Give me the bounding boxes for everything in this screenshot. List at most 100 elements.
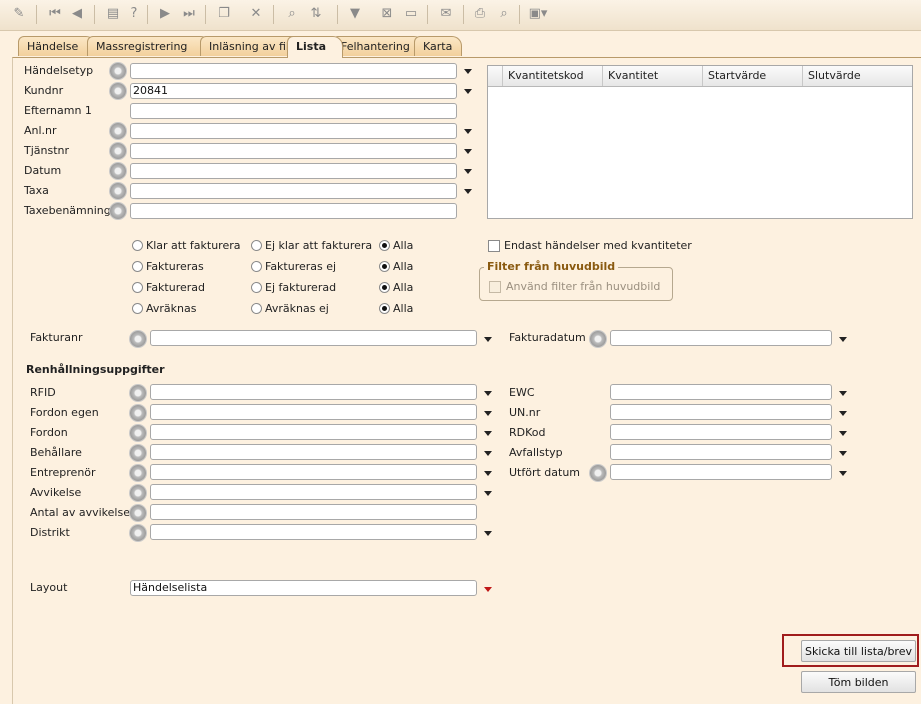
- gear-icon[interactable]: [130, 405, 146, 421]
- ewc-field[interactable]: [610, 384, 832, 400]
- entreprenor-field[interactable]: [150, 464, 477, 480]
- gear-icon[interactable]: [130, 465, 146, 481]
- gear-icon[interactable]: [110, 183, 126, 199]
- rfid-dropdown[interactable]: [480, 385, 496, 401]
- rdkod-dropdown[interactable]: [835, 425, 851, 441]
- taxebenamning-field[interactable]: [130, 203, 457, 219]
- send-to-list-button[interactable]: Skicka till lista/brev: [801, 640, 916, 662]
- tab-massregistrering[interactable]: Massregistrering: [87, 36, 211, 56]
- print-icon[interactable]: ⎙: [469, 4, 491, 24]
- fakturadatum-field[interactable]: [610, 330, 832, 346]
- anvand-filter-checkbox[interactable]: [489, 281, 501, 293]
- rfid-field[interactable]: [150, 384, 477, 400]
- next-record-icon[interactable]: ▶: [154, 4, 176, 24]
- previous-record-icon[interactable]: ◀: [66, 4, 88, 24]
- help-icon[interactable]: ?: [123, 4, 145, 24]
- entreprenor-dropdown[interactable]: [480, 465, 496, 481]
- un-nr-dropdown[interactable]: [835, 405, 851, 421]
- radio-alla-avraknas[interactable]: [379, 303, 390, 314]
- anlnr-field[interactable]: [130, 123, 457, 139]
- print-preview-icon[interactable]: ⌕: [493, 4, 515, 24]
- utfort-datum-field[interactable]: [610, 464, 832, 480]
- clear-filter-icon[interactable]: ⊠: [376, 4, 398, 24]
- radio-alla-faktureras[interactable]: [379, 261, 390, 272]
- radio-fakturerad[interactable]: [132, 282, 143, 293]
- gear-icon[interactable]: [130, 505, 146, 521]
- fordon-egen-field[interactable]: [150, 404, 477, 420]
- radio-alla-fakturerad[interactable]: [379, 282, 390, 293]
- gear-icon[interactable]: [130, 385, 146, 401]
- wizard-icon[interactable]: ✎: [8, 4, 30, 24]
- gear-icon[interactable]: [130, 331, 146, 347]
- ewc-dropdown[interactable]: [835, 385, 851, 401]
- copy-icon[interactable]: ❐: [213, 4, 235, 24]
- layout-dropdown[interactable]: [480, 581, 496, 597]
- behallare-field[interactable]: [150, 444, 477, 460]
- datum-field[interactable]: [130, 163, 457, 179]
- tjanstnr-field[interactable]: [130, 143, 457, 159]
- gear-icon[interactable]: [130, 425, 146, 441]
- fakturadatum-dropdown[interactable]: [835, 331, 851, 347]
- datum-dropdown[interactable]: [460, 163, 476, 179]
- fordon-dropdown[interactable]: [480, 425, 496, 441]
- first-record-icon[interactable]: ⏮: [44, 4, 66, 24]
- distrikt-field[interactable]: [150, 524, 477, 540]
- kundnr-dropdown[interactable]: [460, 83, 476, 99]
- clear-form-button[interactable]: Töm bilden: [801, 671, 916, 693]
- fakturanr-field[interactable]: [150, 330, 477, 346]
- sort-icon[interactable]: ⇅: [305, 4, 327, 24]
- gear-icon[interactable]: [110, 203, 126, 219]
- gear-icon[interactable]: [110, 83, 126, 99]
- endast-kvantiteter-checkbox[interactable]: [488, 240, 500, 252]
- gear-icon[interactable]: [110, 143, 126, 159]
- tab-lista[interactable]: Lista: [287, 36, 343, 58]
- column-header-kvantitetskod[interactable]: Kvantitetskod: [502, 66, 603, 86]
- efternamn-field[interactable]: [130, 103, 457, 119]
- tab-karta[interactable]: Karta: [414, 36, 462, 56]
- avvikelse-field[interactable]: [150, 484, 477, 500]
- filter-icon[interactable]: ▼: [344, 4, 366, 24]
- gear-icon[interactable]: [110, 163, 126, 179]
- anlnr-dropdown[interactable]: [460, 123, 476, 139]
- utfort-datum-dropdown[interactable]: [835, 465, 851, 481]
- last-record-icon[interactable]: ⏭: [178, 4, 200, 24]
- radio-avraknas-ej[interactable]: [251, 303, 262, 314]
- taxa-field[interactable]: [130, 183, 457, 199]
- column-header-slutvarde[interactable]: Slutvärde: [802, 66, 912, 86]
- gear-icon[interactable]: [110, 123, 126, 139]
- tab-felhantering[interactable]: Felhantering: [332, 36, 424, 56]
- tab-handelse[interactable]: Händelse: [18, 36, 96, 56]
- behallare-dropdown[interactable]: [480, 445, 496, 461]
- avfallstyp-field[interactable]: [610, 444, 832, 460]
- gear-icon[interactable]: [130, 525, 146, 541]
- distrikt-dropdown[interactable]: [480, 525, 496, 541]
- export-icon[interactable]: ▣▾: [525, 4, 551, 24]
- column-header-startvarde[interactable]: Startvärde: [702, 66, 803, 86]
- handelsetyp-dropdown[interactable]: [460, 63, 476, 79]
- kundnr-field[interactable]: 20841: [130, 83, 457, 99]
- rdkod-field[interactable]: [610, 424, 832, 440]
- fakturanr-dropdown[interactable]: [480, 331, 496, 347]
- handelsetyp-field[interactable]: [130, 63, 457, 79]
- gear-icon[interactable]: [590, 465, 606, 481]
- radio-avraknas[interactable]: [132, 303, 143, 314]
- gear-icon[interactable]: [110, 63, 126, 79]
- gear-icon[interactable]: [590, 331, 606, 347]
- fordon-field[interactable]: [150, 424, 477, 440]
- avfallstyp-dropdown[interactable]: [835, 445, 851, 461]
- delete-icon[interactable]: ✕: [245, 4, 267, 24]
- radio-klar-att-fakturera[interactable]: [132, 240, 143, 251]
- radio-faktureras-ej[interactable]: [251, 261, 262, 272]
- antal-avvikelse-field[interactable]: [150, 504, 477, 520]
- message-icon[interactable]: ▭: [400, 4, 422, 24]
- tjanstnr-dropdown[interactable]: [460, 143, 476, 159]
- quantity-grid[interactable]: Kvantitetskod Kvantitet Startvärde Slutv…: [487, 65, 913, 219]
- radio-alla-klar[interactable]: [379, 240, 390, 251]
- gear-icon[interactable]: [130, 485, 146, 501]
- gear-icon[interactable]: [130, 445, 146, 461]
- column-header-kvantitet[interactable]: Kvantitet: [602, 66, 703, 86]
- radio-ej-klar-att-fakturera[interactable]: [251, 240, 262, 251]
- avvikelse-dropdown[interactable]: [480, 485, 496, 501]
- radio-ej-fakturerad[interactable]: [251, 282, 262, 293]
- mail-icon[interactable]: ✉: [435, 4, 457, 24]
